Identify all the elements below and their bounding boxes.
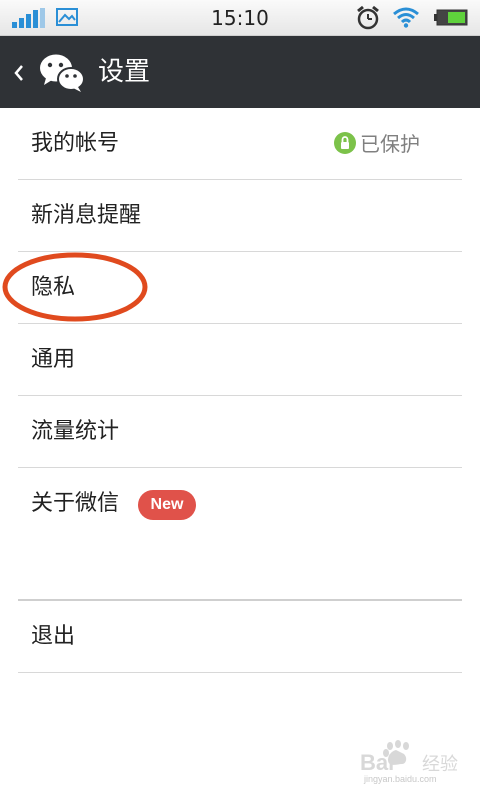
item-label: 我的帐号 xyxy=(31,131,120,156)
settings-item-about[interactable]: 关于微信 New xyxy=(18,468,462,548)
protect-status: 已保护 xyxy=(334,130,450,158)
svg-text:Bai: Bai xyxy=(360,750,394,774)
baidu-jingyan-logo: Bai 经验 xyxy=(360,740,458,774)
wechat-logo-icon xyxy=(40,54,85,92)
page-title: 设置 xyxy=(98,57,151,87)
settings-item-privacy[interactable]: 隐私 xyxy=(18,252,462,324)
status-bar: 15:10 xyxy=(0,0,480,36)
settings-item-general[interactable]: 通用 xyxy=(18,324,462,396)
item-label: 流量统计 xyxy=(31,419,120,444)
settings-item-notifications[interactable]: 新消息提醒 xyxy=(18,180,462,252)
item-label: 通用 xyxy=(31,347,76,372)
battery-icon xyxy=(434,9,468,26)
wifi-icon xyxy=(393,7,419,28)
item-label: 关于微信 xyxy=(31,491,120,516)
lock-icon xyxy=(334,132,356,154)
settings-item-data-usage[interactable]: 流量统计 xyxy=(18,396,462,468)
protect-status-text: 已保护 xyxy=(360,132,420,156)
svg-text:经验: 经验 xyxy=(422,754,458,774)
alarm-icon xyxy=(357,5,379,30)
settings-item-account[interactable]: 我的帐号 已保护 xyxy=(18,108,462,180)
item-label: 隐私 xyxy=(31,275,76,300)
title-bar: 设置 xyxy=(0,36,480,108)
item-label: 新消息提醒 xyxy=(31,203,142,228)
back-button[interactable] xyxy=(8,52,100,94)
logout-button[interactable]: 退出 xyxy=(18,601,462,673)
new-badge: New xyxy=(138,490,196,520)
back-arrow-icon xyxy=(14,65,23,81)
watermark-url: jingyan.baidu.com xyxy=(364,774,437,784)
watermark: Bai 经验 jingyan.baidu.com xyxy=(360,740,470,790)
logout-label: 退出 xyxy=(31,624,76,649)
